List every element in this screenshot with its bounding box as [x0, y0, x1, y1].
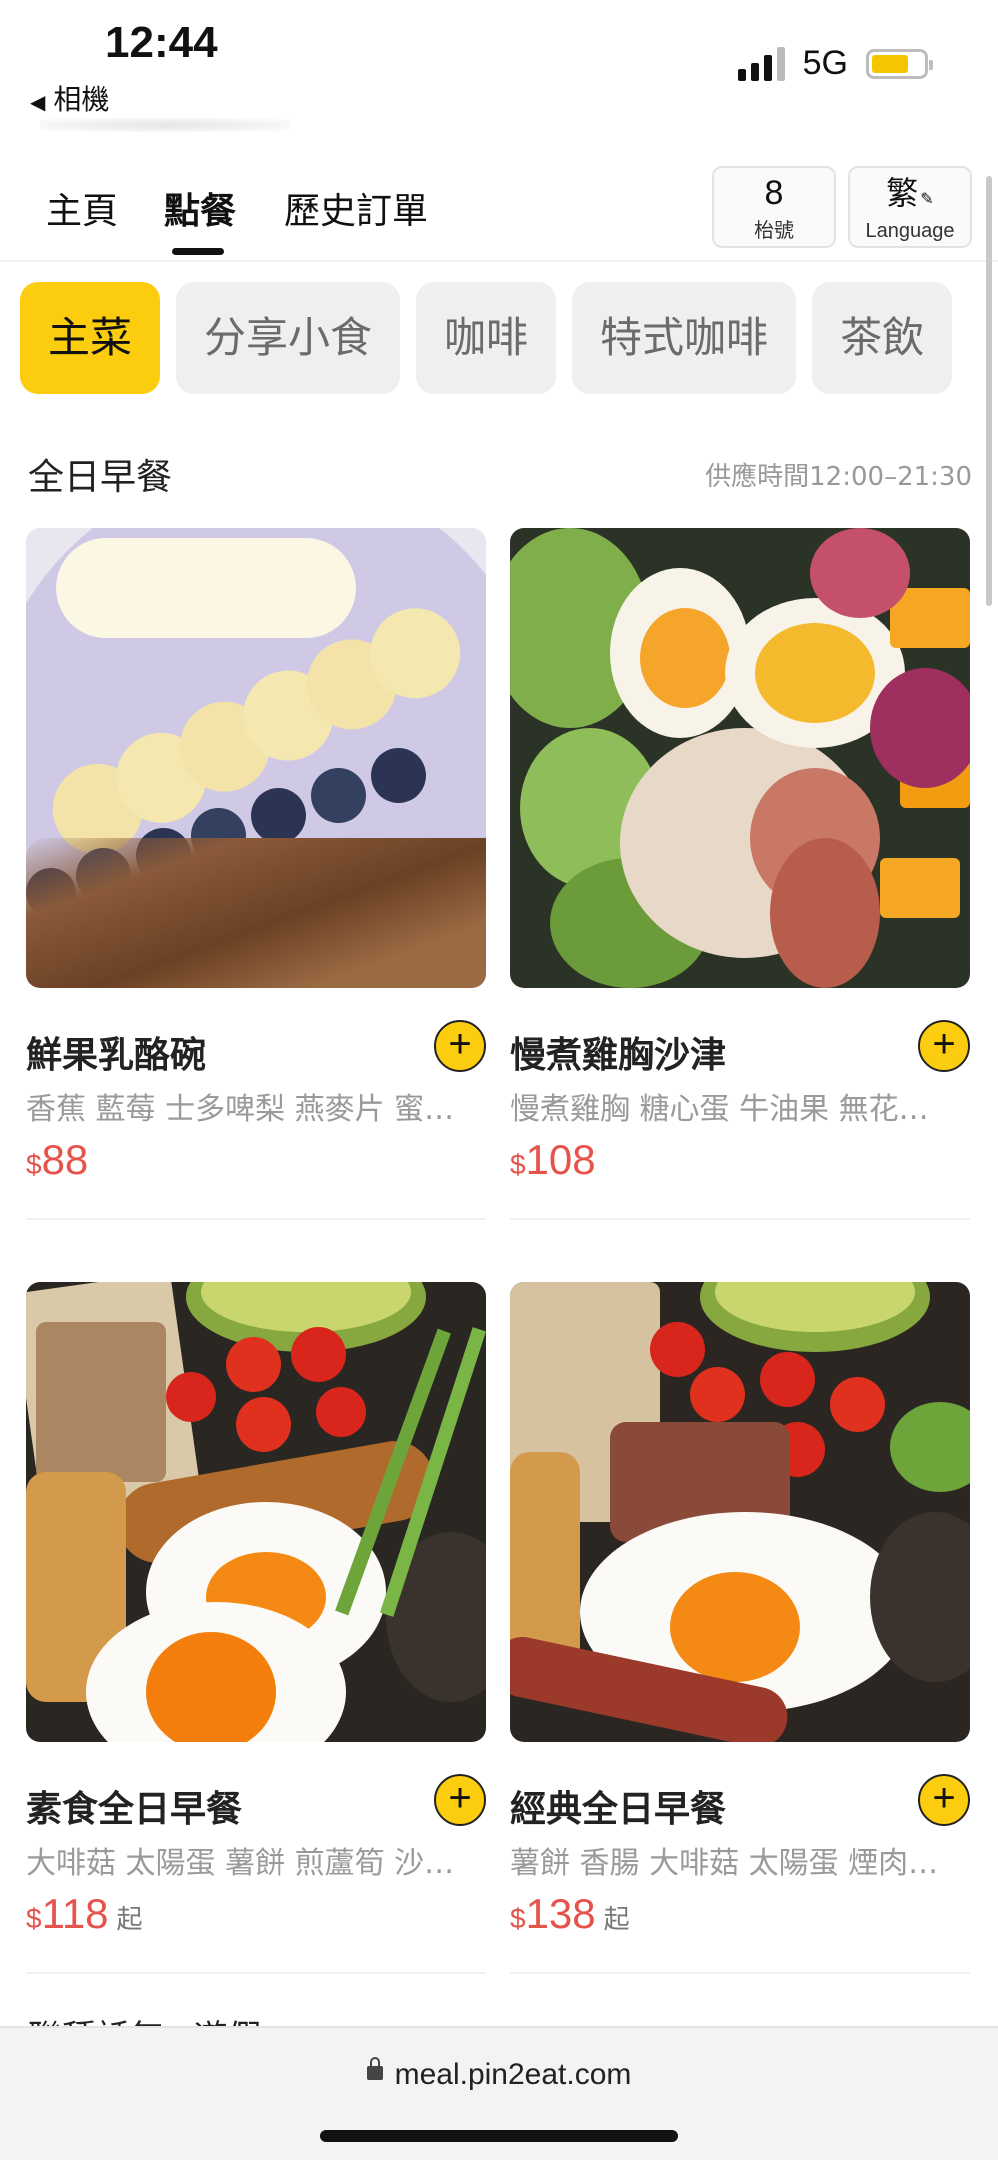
category-special-coffee[interactable]: 特式咖啡: [572, 282, 797, 394]
divider: [510, 1218, 970, 1220]
item-price: $108: [510, 1136, 596, 1183]
category-coffee[interactable]: 咖啡: [416, 282, 557, 394]
item-description: 慢煮雞胸 糖心蛋 牛油果 無花…: [510, 1092, 929, 1127]
item-price: $88: [26, 1136, 89, 1183]
menu-item-card[interactable]: 素食全日早餐 + 大啡菇 太陽蛋 薯餅 煎蘆筍 沙… $118 起: [26, 1282, 486, 1974]
table-number: 8: [764, 174, 784, 212]
tab-home[interactable]: 主頁: [46, 182, 118, 234]
back-triangle-icon: ◀: [30, 90, 46, 114]
edit-pencil-icon: ✎: [920, 189, 934, 208]
food-photo-classic-breakfast: [510, 1282, 970, 1742]
food-photo-vegetarian-breakfast: [26, 1282, 486, 1742]
add-to-cart-button[interactable]: +: [434, 1020, 486, 1072]
category-tea[interactable]: 茶飲: [812, 282, 953, 394]
active-tab-indicator: [172, 248, 224, 255]
status-time: 12:44: [105, 18, 218, 67]
item-price: $138 起: [510, 1890, 630, 1937]
language-label: Language: [865, 220, 955, 242]
table-number-button[interactable]: 8 枱號: [712, 166, 836, 248]
category-sharing-snacks[interactable]: 分享小食: [176, 282, 401, 394]
item-description: 薯餅 香腸 大啡菇 太陽蛋 煙肉…: [510, 1846, 939, 1881]
plus-icon: +: [932, 1776, 956, 1820]
url-display[interactable]: meal.pin2eat.com: [0, 2057, 998, 2092]
item-name: 慢煮雞胸沙津: [510, 1035, 727, 1076]
lock-icon: [366, 2057, 383, 2081]
divider: [26, 1218, 486, 1220]
item-description: 香蕉 藍莓 士多啤梨 燕麥片 蜜…: [26, 1092, 455, 1127]
language-current: 繁: [886, 174, 919, 212]
add-to-cart-button[interactable]: +: [434, 1774, 486, 1826]
browser-url-bar[interactable]: meal.pin2eat.com: [0, 2026, 998, 2160]
menu-item-card[interactable]: 慢煮雞胸沙津 + 慢煮雞胸 糖心蛋 牛油果 無花… $108: [510, 528, 970, 1220]
food-photo-yogurt-bowl: [26, 528, 486, 988]
item-name: 素食全日早餐: [26, 1789, 243, 1830]
menu-item-card[interactable]: 鮮果乳酪碗 + 香蕉 藍莓 士多啤梨 燕麥片 蜜… $88: [26, 528, 486, 1220]
url-text: meal.pin2eat.com: [394, 2058, 632, 2091]
decorative-shadow: [40, 118, 290, 132]
item-name: 鮮果乳酪碗: [26, 1035, 207, 1076]
item-description: 大啡菇 太陽蛋 薯餅 煎蘆筍 沙…: [26, 1846, 455, 1881]
plus-icon: +: [448, 1022, 472, 1066]
divider: [26, 1972, 486, 1974]
home-indicator[interactable]: [320, 2130, 678, 2142]
plus-icon: +: [932, 1022, 956, 1066]
item-name: 經典全日早餐: [510, 1789, 727, 1830]
add-to-cart-button[interactable]: +: [918, 1020, 970, 1072]
status-indicators: 5G: [737, 44, 933, 83]
add-to-cart-button[interactable]: +: [918, 1774, 970, 1826]
tab-order[interactable]: 點餐: [164, 182, 236, 234]
section-hours: 供應時間12:00–21:30: [705, 462, 972, 492]
section-title: 全日早餐: [28, 457, 173, 498]
tab-order-history[interactable]: 歷史訂單: [284, 182, 428, 234]
menu-item-card[interactable]: 經典全日早餐 + 薯餅 香腸 大啡菇 太陽蛋 煙肉… $138 起: [510, 1282, 970, 1974]
plus-icon: +: [448, 1776, 472, 1820]
back-app-label: 相機: [53, 83, 110, 116]
status-bar: 12:44 ◀ 相機 5G: [0, 0, 998, 140]
top-navigation: 主頁 點餐 歷史訂單 8 枱號 繁 ✎ Language: [0, 150, 998, 262]
network-type: 5G: [802, 44, 848, 82]
category-main-course[interactable]: 主菜: [20, 282, 161, 394]
back-to-app-link[interactable]: ◀ 相機: [30, 78, 109, 118]
item-price: $118 起: [26, 1890, 143, 1937]
divider: [510, 1972, 970, 1974]
food-photo-chicken-salad: [510, 528, 970, 988]
cellular-signal-icon: [737, 46, 785, 81]
table-number-label: 枱號: [754, 218, 794, 242]
battery-icon: [866, 48, 933, 79]
language-button[interactable]: 繁 ✎ Language: [848, 166, 972, 248]
category-bar: 主菜 分享小食 咖啡 特式咖啡 茶飲: [20, 282, 998, 394]
